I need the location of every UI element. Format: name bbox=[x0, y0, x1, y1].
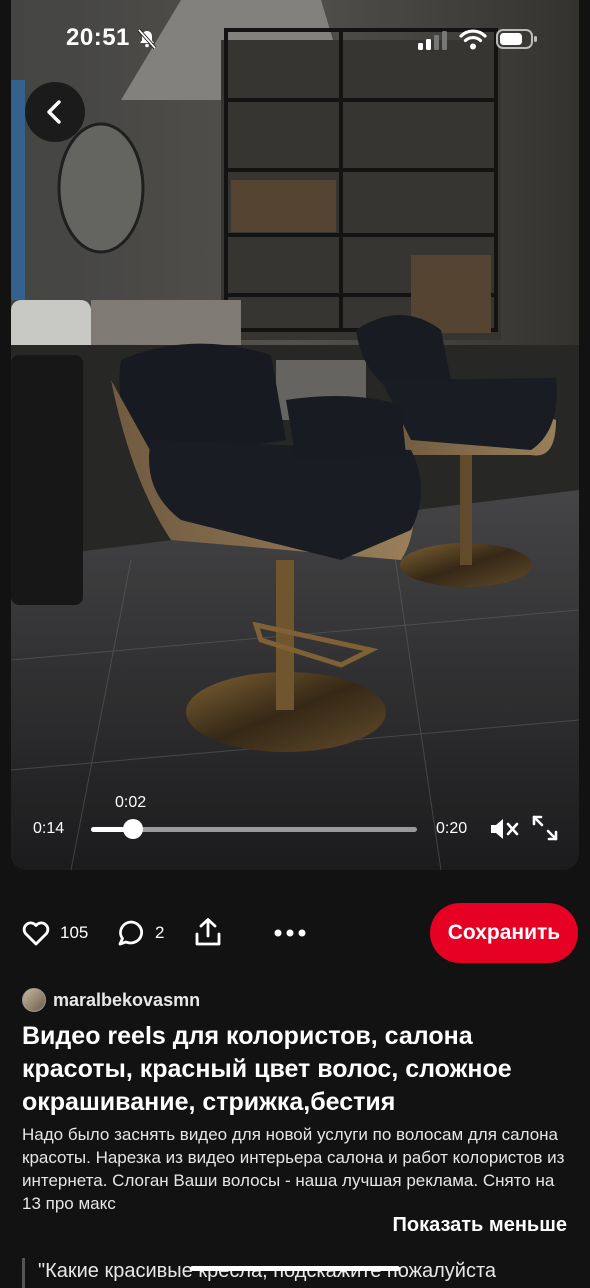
video-frame-image bbox=[11, 0, 579, 870]
share-icon[interactable] bbox=[194, 917, 222, 947]
home-indicator bbox=[190, 1266, 400, 1271]
video-controls: 0:14 0:02 0:20 bbox=[11, 790, 579, 860]
heart-icon[interactable] bbox=[22, 920, 50, 946]
pin-description: Надо было заснять видео для новой услуги… bbox=[22, 1125, 565, 1213]
bell-muted-icon bbox=[137, 28, 157, 50]
chevron-left-icon bbox=[47, 100, 61, 124]
author-row[interactable]: maralbekovasmn bbox=[22, 988, 200, 1012]
author-name[interactable]: maralbekovasmn bbox=[53, 990, 200, 1011]
comment-count: 2 bbox=[155, 923, 165, 942]
more-options-icon[interactable] bbox=[274, 928, 306, 938]
battery-icon bbox=[496, 29, 537, 49]
elapsed-time: 0:14 bbox=[33, 820, 65, 837]
action-bar: 105 2 Сохранить bbox=[0, 900, 590, 966]
status-time: 20:51 bbox=[66, 24, 130, 51]
wifi-icon bbox=[459, 29, 487, 50]
expand-icon[interactable] bbox=[531, 814, 559, 842]
mute-icon[interactable] bbox=[489, 816, 519, 842]
comment-icon[interactable] bbox=[117, 919, 146, 947]
back-button[interactable] bbox=[25, 82, 85, 142]
comment-preview[interactable]: "Какие красивые кресла, подскажите пожал… bbox=[22, 1258, 590, 1288]
like-count: 105 bbox=[60, 923, 89, 942]
duration-time: 0:20 bbox=[436, 820, 468, 837]
signal-icon bbox=[418, 31, 447, 50]
status-bar: 20:51 bbox=[0, 0, 590, 80]
avatar[interactable] bbox=[22, 988, 46, 1012]
progress-track[interactable] bbox=[91, 819, 417, 839]
save-button[interactable]: Сохранить bbox=[430, 903, 578, 963]
video-player[interactable]: 0:14 0:02 0:20 bbox=[11, 0, 579, 870]
progress-thumb[interactable] bbox=[123, 819, 144, 839]
pin-title: Видео reels для колористов, салона красо… bbox=[22, 1022, 512, 1116]
scrub-position-label: 0:02 bbox=[115, 794, 147, 811]
show-less-link[interactable]: Показать меньше bbox=[392, 1214, 567, 1237]
